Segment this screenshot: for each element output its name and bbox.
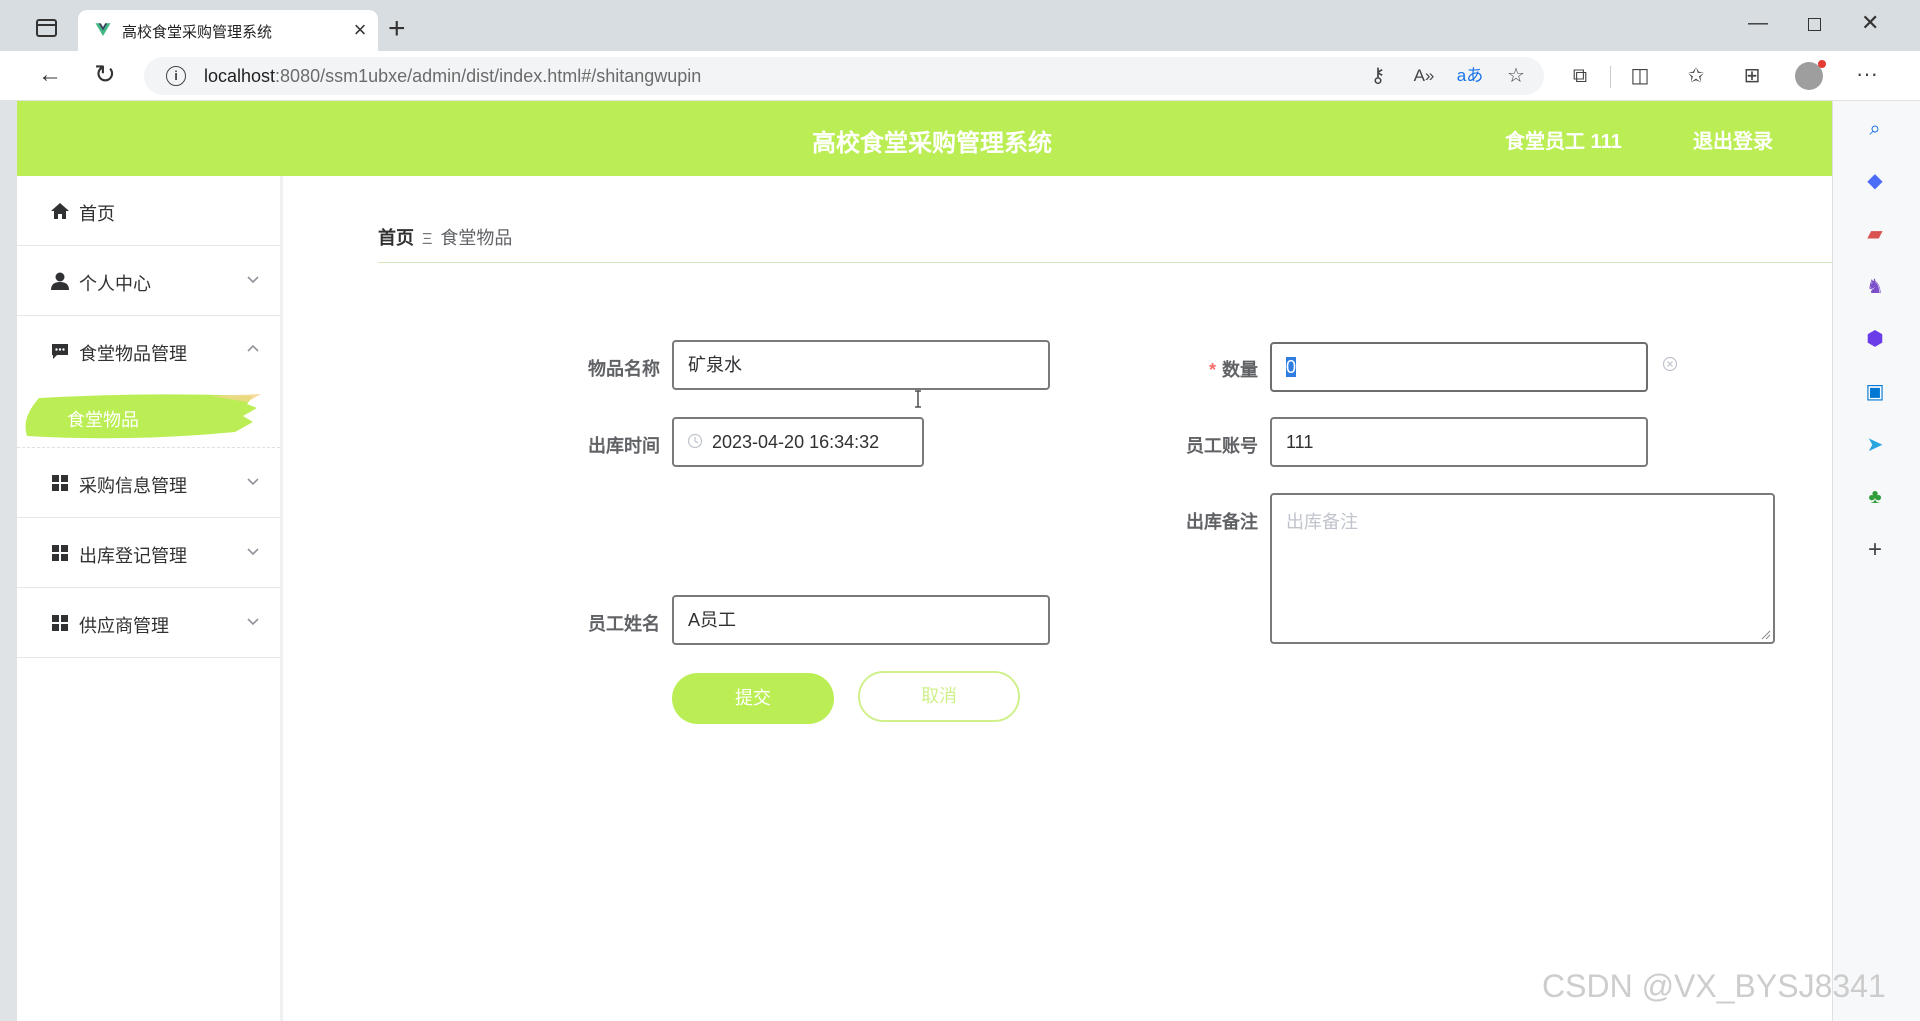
office-icon[interactable]: ⬢ [1861,325,1889,353]
read-aloud-icon[interactable]: A» [1410,64,1438,88]
home-icon [51,203,69,219]
chevron-up-icon [247,344,259,352]
tab-title: 高校食堂采购管理系统 [122,24,273,41]
chevron-down-icon [247,548,259,556]
url-host: localhost [204,66,276,86]
employee-name-input[interactable]: A员工 [672,595,1050,645]
menu-label: 个人中心 [79,274,151,294]
text-cursor-icon [915,390,921,408]
outlook-icon[interactable]: ▣ [1861,378,1889,406]
submenu-label: 食堂物品 [67,410,139,430]
menu-label: 出库登记管理 [79,546,187,566]
cancel-button[interactable]: 取消 [858,671,1020,722]
search-icon[interactable]: ⌕ [1861,115,1889,143]
employee-name-label: 员工姓名 [588,614,660,634]
profile-avatar[interactable] [1795,60,1826,90]
clear-icon[interactable] [1662,356,1678,372]
chevron-down-icon [247,276,259,284]
outbound-time-label: 出库时间 [588,436,660,456]
tree-icon[interactable]: ♣ [1861,483,1889,511]
url-path: :8080/ssm1ubxe/admin/dist/index.html#/sh… [275,66,702,86]
back-arrow-icon[interactable]: ← [38,61,62,89]
split-screen-icon[interactable]: ◫ [1626,64,1654,88]
breadcrumb: 首页 Ξ 食堂物品 [378,224,512,248]
menu-label: 采购信息管理 [79,476,187,496]
remark-label: 出库备注 [1186,512,1258,532]
menu-item-canteen-goods[interactable]: 食堂物品管理 [17,316,280,386]
edge-sidebar: ⌕ ◆ ▰ ♞ ⬢ ▣ ➤ ♣ + [1832,101,1920,1021]
remark-textarea[interactable]: 出库备注 [1270,493,1775,644]
window-close-icon[interactable]: ✕ [1861,10,1879,36]
games-icon[interactable]: ♞ [1861,273,1889,301]
outbound-time-value: 2023-04-20 16:34:32 [712,432,880,452]
current-user: 食堂员工 111 [1505,131,1622,153]
chat-icon [52,344,68,359]
more-menu-icon[interactable]: ··· [1853,62,1881,86]
breadcrumb-current: 食堂物品 [440,228,513,248]
favorites-icon[interactable]: ✩ [1682,64,1710,88]
menu-label: 供应商管理 [79,616,169,636]
toolbar-divider [1610,66,1611,88]
add-icon[interactable]: + [1861,536,1889,564]
browser-tab[interactable]: 高校食堂采购管理系统 × [78,10,378,51]
clock-icon [687,433,703,449]
quantity-label: * 数量 [1158,356,1258,382]
menu-label: 食堂物品管理 [79,344,187,364]
chevron-down-icon [247,618,259,626]
quantity-value-selected: 0 [1286,357,1297,377]
item-name-input[interactable]: 矿泉水 [672,340,1050,390]
menu-label: 首页 [79,204,115,224]
employee-account-label: 员工账号 [1186,436,1258,456]
menu-item-home[interactable]: 首页 [17,176,280,246]
tab-actions-icon[interactable] [36,19,57,37]
browser-toolbar: ← ↻ i localhost:8080/ssm1ubxe/admin/dist… [0,51,1920,101]
collections-icon[interactable]: ⊞ [1738,64,1766,88]
url-text[interactable]: localhost:8080/ssm1ubxe/admin/dist/index… [204,66,701,87]
add-favorite-icon[interactable]: ☆ [1502,64,1530,88]
app-header: 高校食堂采购管理系统 食堂员工 111 退出登录 [17,101,1832,176]
breadcrumb-home[interactable]: 首页 [378,228,414,248]
user-icon [51,272,69,290]
remark-placeholder: 出库备注 [1286,512,1358,532]
key-icon[interactable]: ⚷ [1364,64,1392,88]
item-name-label: 物品名称 [588,359,660,379]
tab-close-icon[interactable]: × [348,17,372,43]
breadcrumb-separator-icon: Ξ [422,231,433,248]
logout-button[interactable]: 退出登录 [1693,125,1773,154]
site-info-icon[interactable]: i [166,66,186,86]
send-icon[interactable]: ➤ [1861,431,1889,459]
maximize-icon[interactable] [1808,18,1821,31]
outbound-time-picker[interactable]: 2023-04-20 16:34:32 [672,417,924,467]
menu-item-supplier[interactable]: 供应商管理 [17,588,280,658]
minimize-icon[interactable]: — [1748,12,1768,35]
employee-account-input[interactable]: 111 [1270,417,1648,467]
submenu-item-canteen-goods[interactable]: 食堂物品 [17,386,280,448]
toolbox-icon[interactable]: ▰ [1861,220,1889,248]
side-menu: 首页 个人中心 食堂物品管理 食堂物品 采购信息管理 出库登记管理 供应商管理 [17,176,283,1021]
grid-icon [52,615,68,631]
shopping-tag-icon[interactable]: ◆ [1861,167,1889,195]
required-mark: * [1208,360,1216,380]
menu-item-outbound-register[interactable]: 出库登记管理 [17,518,280,588]
menu-item-personal[interactable]: 个人中心 [17,246,280,316]
translate-icon[interactable]: aあ [1456,64,1484,88]
address-bar[interactable]: i localhost:8080/ssm1ubxe/admin/dist/ind… [144,57,1544,95]
menu-item-purchase-info[interactable]: 采购信息管理 [17,448,280,518]
browser-tab-bar: 高校食堂采购管理系统 × + — ✕ [0,0,1920,51]
grid-icon [52,545,68,561]
extensions-icon[interactable]: ⧉ [1566,64,1594,88]
vue-favicon-icon [95,23,111,36]
active-brush-highlight [25,394,261,439]
quantity-label-text: 数量 [1222,360,1258,380]
grid-icon [52,475,68,491]
breadcrumb-divider [378,262,1832,263]
submit-button[interactable]: 提交 [672,673,834,724]
watermark: CSDN @VX_BYSJ8341 [1542,968,1886,1004]
new-tab-icon[interactable]: + [388,14,406,44]
chevron-down-icon [247,478,259,486]
resize-handle-icon[interactable] [1761,630,1771,640]
quantity-input[interactable]: 0 [1270,342,1648,392]
reload-icon[interactable]: ↻ [94,59,116,90]
